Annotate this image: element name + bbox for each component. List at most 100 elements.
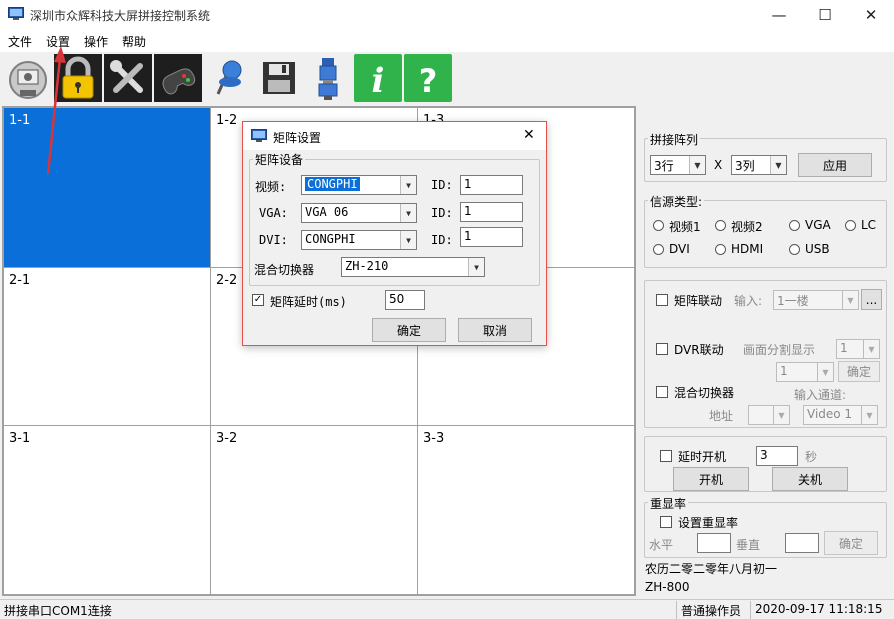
app-icon [251,129,267,142]
serial-port-icon[interactable] [304,54,352,102]
vga-select[interactable]: VGA 06 ▼ [301,203,417,223]
ok-button[interactable]: 确定 [372,318,446,342]
mixer-channel-select[interactable]: Video 1 ▼ [803,405,878,425]
dvi-id-input[interactable]: 1 [460,227,523,247]
refresh-rate-label: 设置重显率 [678,516,739,530]
cell-label: 3-2 [216,431,238,446]
chevron-down-icon: ▼ [861,406,877,424]
source-type-title: 信源类型: [648,193,705,210]
dvr-channel-select[interactable]: 1 ▼ [776,362,834,382]
dvr-channel-value: 1 [780,364,788,378]
times-sign: X [714,158,723,172]
refresh-confirm-button[interactable]: 确定 [824,531,878,555]
matrix-input-select[interactable]: 1一楼 ▼ [773,290,859,310]
title-bar: 深圳市众辉科技大屏拼接控制系统 — ☐ ✕ [0,0,894,30]
radio-lc[interactable] [845,220,856,231]
radio-dvi-label: DVI [669,242,690,256]
close-button[interactable]: ✕ [848,0,894,30]
dvr-confirm-button[interactable]: 确定 [838,361,880,382]
cell-label: 2-2 [216,273,238,288]
dialog-title-bar: 矩阵设置 ✕ [243,122,546,150]
matrix-settings-dialog: 矩阵设置 ✕ 矩阵设备 视频: CONGPHI ▼ ID: 1 VGA: VGA … [242,121,547,346]
cell-label: 1-2 [216,113,238,128]
info-glyph: i [372,61,385,101]
grid-cell-3-1[interactable]: 3-1 [3,425,211,595]
video-value: CONGPHI [305,177,360,191]
save-icon[interactable] [255,54,303,102]
power-off-button[interactable]: 关机 [772,467,848,491]
chevron-down-icon: ▼ [400,231,416,249]
gamepad-icon[interactable] [154,54,202,102]
minimize-button[interactable]: — [756,0,802,30]
matrix-more-button[interactable]: ... [861,289,882,310]
rows-select[interactable]: 3行 ▼ [650,155,706,175]
radio-usb[interactable] [789,244,800,255]
matrix-input-value: 1一楼 [777,294,809,308]
radio-hdmi-label: HDMI [731,242,764,256]
cols-select[interactable]: 3列 ▼ [731,155,787,175]
mixer-select[interactable]: ZH-210 ▼ [341,257,485,277]
matrix-link-checkbox[interactable] [656,294,668,306]
radio-lc-label: LC [861,218,877,232]
dialog-close-icon[interactable]: ✕ [523,127,535,143]
seconds-unit: 秒 [805,450,818,464]
chevron-down-icon: ▼ [863,340,879,358]
radio-video1[interactable] [653,220,664,231]
grid-cell-3-3[interactable]: 3-3 [417,425,635,595]
tools-icon[interactable] [104,54,152,102]
menu-operation[interactable]: 操作 [84,33,108,50]
matrix-device-title: 矩阵设备 [253,151,306,168]
refresh-rate-checkbox[interactable] [660,516,672,528]
cancel-button[interactable]: 取消 [458,318,532,342]
chevron-down-icon: ▼ [842,291,858,309]
horizontal-label: 水平 [649,538,674,552]
split-display-value: 1 [840,341,848,355]
delay-seconds-input[interactable]: 3 [756,446,798,466]
radio-video1-label: 视频1 [669,220,701,234]
radio-vga[interactable] [789,220,800,231]
chevron-down-icon: ▼ [817,363,833,381]
mixer-value: ZH-210 [345,259,389,273]
grid-cell-3-2[interactable]: 3-2 [210,425,418,595]
cell-label: 3-1 [9,431,31,446]
chevron-down-icon: ▼ [770,156,786,174]
help-icon[interactable]: ? [404,54,452,102]
power-on-button[interactable]: 开机 [673,467,749,491]
matrix-delay-checkbox[interactable]: ✓ [252,294,264,306]
lunar-date: 农历二零二零年八月初一 [645,562,778,576]
video-id-input[interactable]: 1 [460,175,523,195]
grid-cell-2-1[interactable]: 2-1 [3,267,211,426]
refresh-rate-title: 重显率 [648,495,689,512]
radio-dvi[interactable] [653,244,664,255]
input-channel-label: 输入通道: [794,388,847,402]
mixer-checkbox[interactable] [656,386,668,398]
cell-label: 2-1 [9,273,31,288]
horizontal-input[interactable] [697,533,731,553]
delay-power-checkbox[interactable] [660,450,672,462]
split-display-select[interactable]: 1 ▼ [836,339,880,359]
address-select[interactable]: ▼ [748,405,790,425]
radio-video2[interactable] [715,220,726,231]
video-select[interactable]: CONGPHI ▼ [301,175,417,195]
splice-array-title: 拼接阵列 [648,131,701,148]
info-icon[interactable]: i [354,54,402,102]
dvi-label: DVI: [259,233,288,247]
dvi-select[interactable]: CONGPHI ▼ [301,230,417,250]
vertical-input[interactable] [785,533,819,553]
grid-cell-1-1[interactable]: 1-1 [3,107,211,268]
dvi-value: CONGPHI [305,232,356,246]
matrix-delay-input[interactable]: 50 [385,290,425,310]
radio-video2-label: 视频2 [731,220,763,234]
cell-label: 1-1 [9,113,31,128]
vga-label: VGA: [259,206,288,220]
apply-button[interactable]: 应用 [798,153,872,177]
vga-id-input[interactable]: 1 [460,202,523,222]
window-title: 深圳市众辉科技大屏拼接控制系统 [30,9,211,23]
pin-icon[interactable] [206,54,254,102]
dvr-link-checkbox[interactable] [656,343,668,355]
maximize-button[interactable]: ☐ [802,0,848,30]
menu-file[interactable]: 文件 [8,33,32,50]
status-bar: 拼接串口COM1连接 普通操作员 2020-09-17 11:18:15 [0,599,894,619]
radio-hdmi[interactable] [715,244,726,255]
menu-help[interactable]: 帮助 [122,33,146,50]
